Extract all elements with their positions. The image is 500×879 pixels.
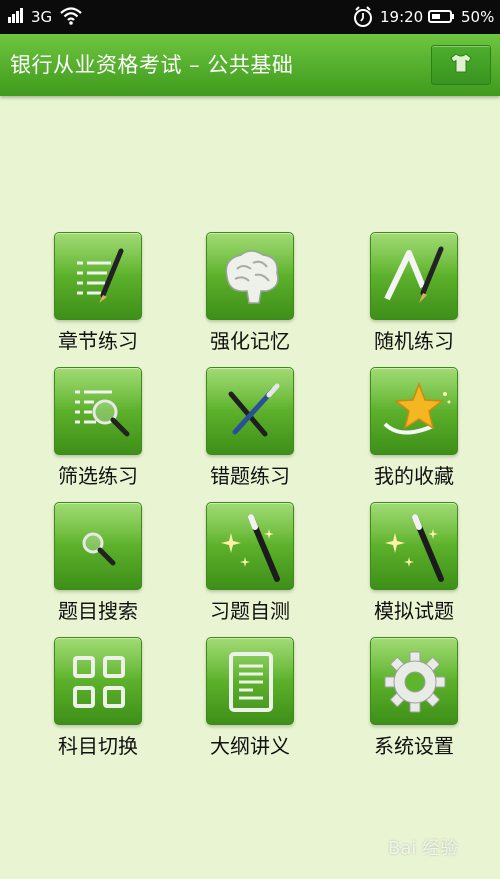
brain-icon: [206, 232, 294, 320]
status-bar: 3G 19:20 50%: [0, 0, 500, 34]
list-magnifier-icon: [54, 367, 142, 455]
gear-icon: [370, 637, 458, 725]
menu-item-self-test[interactable]: 习题自测: [195, 502, 305, 624]
document-icon: [206, 637, 294, 725]
menu-label: 大纲讲义: [210, 734, 290, 758]
menu-label: 错题练习: [210, 464, 290, 488]
menu-label: 我的收藏: [374, 464, 454, 488]
menu-label: 科目切换: [58, 734, 138, 758]
menu-item-filter-practice[interactable]: 筛选练习: [43, 367, 153, 489]
menu-item-subject-switch[interactable]: 科目切换: [43, 637, 153, 759]
menu-item-syllabus[interactable]: 大纲讲义: [195, 637, 305, 759]
magic-wand-icon: [370, 502, 458, 590]
battery-percent: 50%: [461, 8, 495, 26]
menu-label: 筛选练习: [58, 464, 138, 488]
menu-item-wrong-questions[interactable]: 错题练习: [195, 367, 305, 489]
wifi-icon: [60, 0, 82, 34]
watermark-text: Bai 经验: [388, 838, 459, 859]
theme-button[interactable]: [431, 45, 491, 85]
menu-item-mock-exam[interactable]: 模拟试题: [359, 502, 469, 624]
menu-label: 习题自测: [210, 599, 290, 623]
magic-wand-icon: [206, 502, 294, 590]
menu-item-memory[interactable]: 强化记忆: [195, 232, 305, 354]
shirt-icon: [449, 52, 473, 78]
page-title: 银行从业资格考试 – 公共基础: [10, 53, 294, 77]
magnifier-icon: [54, 502, 142, 590]
star-icon: [370, 367, 458, 455]
grid-icon: [54, 637, 142, 725]
list-pen-icon: [54, 232, 142, 320]
menu-item-chapter-practice[interactable]: 章节练习: [43, 232, 153, 354]
signal-icon: [8, 0, 24, 34]
triangle-pen-icon: [370, 232, 458, 320]
title-bar: 银行从业资格考试 – 公共基础: [0, 34, 500, 96]
menu-item-random-practice[interactable]: 随机练习: [359, 232, 469, 354]
menu-label: 章节练习: [58, 329, 138, 353]
menu-label: 题目搜索: [58, 599, 138, 623]
alarm-icon: [352, 0, 374, 34]
network-type: 3G: [31, 8, 53, 26]
menu-label: 强化记忆: [210, 329, 290, 353]
menu-label: 模拟试题: [374, 599, 454, 623]
menu-item-question-search[interactable]: 题目搜索: [43, 502, 153, 624]
clock-time: 19:20: [380, 8, 424, 26]
menu-item-settings[interactable]: 系统设置: [359, 637, 469, 759]
menu-label: 系统设置: [374, 734, 454, 758]
menu-item-favorites[interactable]: 我的收藏: [359, 367, 469, 489]
menu-label: 随机练习: [374, 329, 454, 353]
cross-pens-icon: [206, 367, 294, 455]
